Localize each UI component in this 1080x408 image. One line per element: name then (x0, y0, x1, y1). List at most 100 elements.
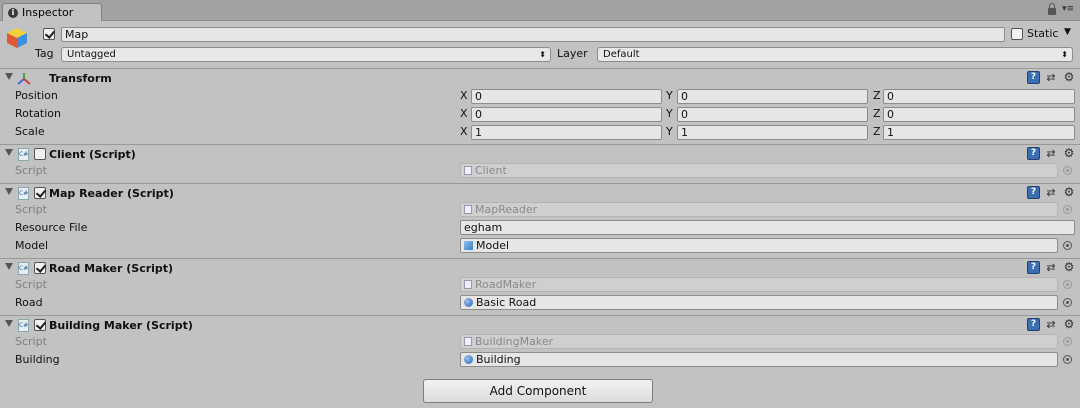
layer-value: Default (603, 49, 640, 60)
model-value: Model (476, 239, 510, 252)
client-script-component: C# Client (Script) ? ⇄ ⚙ Script Client (0, 144, 1080, 183)
presets-icon[interactable]: ⇄ (1044, 71, 1058, 84)
script-value: RoadMaker (475, 278, 537, 291)
object-picker-icon (1063, 205, 1072, 214)
foldout-arrow-icon[interactable] (5, 188, 13, 195)
road-maker-component: C# Road Maker (Script) ? ⇄ ⚙ Script Road… (0, 258, 1080, 315)
component-header[interactable]: Transform ? ⇄ ⚙ (0, 69, 1080, 88)
component-header[interactable]: C# Client (Script) ? ⇄ ⚙ (0, 145, 1080, 164)
presets-icon[interactable]: ⇄ (1044, 186, 1058, 199)
rotation-y-input[interactable]: 0 (677, 107, 868, 122)
building-label: Building (15, 353, 60, 366)
transform-component: Transform ? ⇄ ⚙ Position X 0 Y 0 Z 0 Rot… (0, 68, 1080, 144)
component-title: Road Maker (Script) (49, 262, 174, 275)
object-picker-icon (1063, 166, 1072, 175)
axis-x-label: X (460, 107, 468, 120)
tag-dropdown[interactable]: Untagged ⬍ (61, 47, 551, 62)
axis-z-label: Z (873, 107, 881, 120)
csharp-script-icon: C# (18, 148, 29, 161)
scale-z-input[interactable]: 1 (883, 125, 1075, 140)
component-enabled-checkbox[interactable] (34, 319, 46, 331)
script-file-icon (464, 205, 472, 214)
gear-icon[interactable]: ⚙ (1062, 261, 1076, 274)
script-value: BuildingMaker (475, 335, 554, 348)
rotation-x-input[interactable]: 0 (471, 107, 662, 122)
presets-icon[interactable]: ⇄ (1044, 147, 1058, 160)
tab-label: Inspector (22, 6, 74, 19)
updown-arrow-icon: ⬍ (539, 50, 546, 59)
info-icon: i (8, 7, 18, 18)
foldout-arrow-icon[interactable] (5, 149, 13, 156)
axis-y-label: Y (666, 89, 673, 102)
component-header[interactable]: C# Building Maker (Script) ? ⇄ ⚙ (0, 316, 1080, 335)
foldout-arrow-icon[interactable] (5, 263, 13, 270)
script-value: MapReader (475, 203, 538, 216)
road-object-field[interactable]: Basic Road (460, 295, 1058, 310)
foldout-arrow-icon[interactable] (5, 320, 13, 327)
axis-x-label: X (460, 89, 468, 102)
static-label: Static (1027, 27, 1059, 40)
object-picker-icon (1063, 337, 1072, 346)
help-icon[interactable]: ? (1027, 186, 1040, 199)
position-x-input[interactable]: 0 (471, 89, 662, 104)
gameobject-name-input[interactable]: Map (61, 27, 1005, 42)
scale-y-input[interactable]: 1 (677, 125, 868, 140)
model-object-field[interactable]: Model (460, 238, 1058, 253)
material-sphere-icon (464, 298, 473, 307)
script-file-icon (464, 280, 472, 289)
component-enabled-checkbox[interactable] (34, 262, 46, 274)
gear-icon[interactable]: ⚙ (1062, 318, 1076, 331)
help-icon[interactable]: ? (1027, 261, 1040, 274)
rotation-z-input[interactable]: 0 (883, 107, 1075, 122)
layer-dropdown[interactable]: Default ⬍ (597, 47, 1073, 62)
object-picker-icon[interactable] (1063, 355, 1072, 364)
script-field: MapReader (460, 202, 1058, 217)
position-z-input[interactable]: 0 (883, 89, 1075, 104)
gear-icon[interactable]: ⚙ (1062, 71, 1076, 84)
updown-arrow-icon: ⬍ (1061, 50, 1068, 59)
building-maker-component: C# Building Maker (Script) ? ⇄ ⚙ Script … (0, 315, 1080, 372)
gameobject-cube-icon (7, 28, 27, 48)
axis-z-label: Z (873, 125, 881, 138)
script-label: Script (15, 278, 47, 291)
position-y-input[interactable]: 0 (677, 89, 868, 104)
gameobject-active-checkbox[interactable] (43, 28, 55, 40)
object-picker-icon[interactable] (1063, 241, 1072, 250)
component-enabled-checkbox[interactable] (34, 148, 46, 160)
component-header[interactable]: C# Road Maker (Script) ? ⇄ ⚙ (0, 259, 1080, 278)
object-picker-icon (1063, 280, 1072, 289)
tag-label: Tag (35, 47, 54, 60)
script-label: Script (15, 335, 47, 348)
presets-icon[interactable]: ⇄ (1044, 261, 1058, 274)
tab-inspector[interactable]: i Inspector (2, 3, 102, 21)
help-icon[interactable]: ? (1027, 318, 1040, 331)
csharp-script-icon: C# (18, 262, 29, 275)
script-field: RoadMaker (460, 277, 1058, 292)
gear-icon[interactable]: ⚙ (1062, 186, 1076, 199)
help-icon[interactable]: ? (1027, 147, 1040, 160)
menu-icon[interactable]: ▾≡ (1062, 4, 1074, 14)
script-value: Client (475, 164, 507, 177)
script-file-icon (464, 166, 472, 175)
add-component-button[interactable]: Add Component (423, 379, 653, 403)
scale-x-input[interactable]: 1 (471, 125, 662, 140)
axis-z-label: Z (873, 89, 881, 102)
static-checkbox[interactable] (1011, 28, 1023, 40)
model-label: Model (15, 239, 49, 252)
road-label: Road (15, 296, 43, 309)
presets-icon[interactable]: ⇄ (1044, 318, 1058, 331)
resource-file-input[interactable]: egham (460, 220, 1075, 235)
gear-icon[interactable]: ⚙ (1062, 147, 1076, 160)
scale-label: Scale (15, 125, 45, 138)
foldout-arrow-icon[interactable] (5, 73, 13, 80)
lock-icon[interactable] (1047, 2, 1056, 15)
layer-label: Layer (557, 47, 588, 60)
component-enabled-checkbox[interactable] (34, 187, 46, 199)
static-dropdown-arrow-icon[interactable]: ▼ (1064, 27, 1071, 37)
object-picker-icon[interactable] (1063, 298, 1072, 307)
building-object-field[interactable]: Building (460, 352, 1058, 367)
tag-value: Untagged (67, 49, 116, 60)
component-title: Map Reader (Script) (49, 187, 174, 200)
help-icon[interactable]: ? (1027, 71, 1040, 84)
component-header[interactable]: C# Map Reader (Script) ? ⇄ ⚙ (0, 184, 1080, 203)
